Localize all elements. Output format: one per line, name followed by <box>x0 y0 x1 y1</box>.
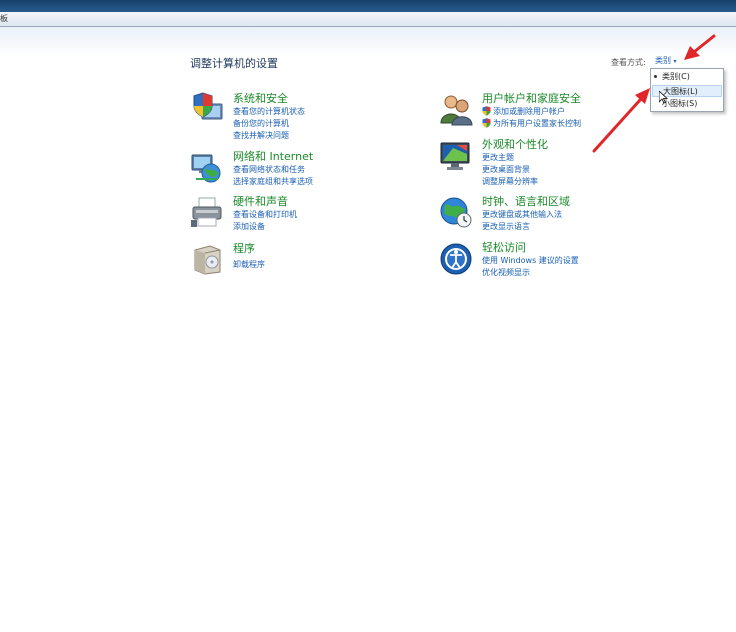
category-link[interactable]: 选择家庭组和共享选项 <box>233 176 313 187</box>
category-title[interactable]: 外观和个性化 <box>482 136 548 152</box>
category-link[interactable]: 更改主题 <box>482 152 514 163</box>
menu-item-category[interactable]: 类别(C) <box>652 71 722 83</box>
category-link[interactable]: 备份您的计算机 <box>233 118 289 129</box>
uac-shield-icon <box>482 118 491 128</box>
window-titlebar <box>0 0 736 12</box>
category-link[interactable]: 调整屏幕分辨率 <box>482 176 538 187</box>
category-title[interactable]: 网络和 Internet <box>233 148 313 164</box>
category-link[interactable]: 查看网络状态和任务 <box>233 164 305 175</box>
category-link[interactable]: 为所有用户设置家长控制 <box>482 118 581 129</box>
category-link[interactable]: 优化视频显示 <box>482 267 530 278</box>
category-title[interactable]: 轻松访问 <box>482 239 526 255</box>
category-link[interactable]: 添加或删除用户帐户 <box>482 106 565 117</box>
category-title[interactable]: 程序 <box>233 240 255 256</box>
program-box-icon[interactable] <box>190 242 224 276</box>
annotation-arrows <box>592 34 716 153</box>
category-link[interactable]: 查看设备和打印机 <box>233 209 297 220</box>
category-link[interactable]: 更改桌面背景 <box>482 164 530 175</box>
view-by-menu: 类别(C) 大图标(L) 小图标(S) <box>650 68 724 112</box>
network-globe-icon[interactable] <box>190 151 224 185</box>
menu-item-small-icons[interactable]: 小图标(S) <box>652 98 722 110</box>
category-link[interactable]: 卸载程序 <box>233 259 265 270</box>
category-link[interactable]: 更改显示语言 <box>482 221 530 232</box>
monitor-icon[interactable] <box>439 140 473 174</box>
category-title[interactable]: 用户帐户和家庭安全 <box>482 90 581 106</box>
accessibility-icon[interactable] <box>439 242 473 276</box>
annotation-arrowhead-2 <box>635 88 650 104</box>
category-title[interactable]: 硬件和声音 <box>233 193 288 209</box>
address-bar[interactable]: 板 <box>0 12 736 27</box>
printer-icon[interactable] <box>190 196 224 230</box>
users-icon[interactable] <box>439 93 473 127</box>
category-title[interactable]: 时钟、语言和区域 <box>482 193 570 209</box>
category-title[interactable]: 系统和安全 <box>233 90 288 106</box>
uac-shield-icon <box>482 106 491 116</box>
page-title: 调整计算机的设置 <box>190 57 278 70</box>
category-link[interactable]: 更改键盘或其他输入法 <box>482 209 562 220</box>
view-by-value: 类别 <box>655 56 671 65</box>
category-link[interactable]: 添加设备 <box>233 221 265 232</box>
selected-dot-icon <box>654 75 657 78</box>
annotation-arrow-2 <box>592 98 642 153</box>
header-band <box>0 27 736 57</box>
category-link[interactable]: 使用 Windows 建议的设置 <box>482 255 579 266</box>
view-by-label: 查看方式: <box>611 58 646 67</box>
globe-clock-icon[interactable] <box>439 195 473 229</box>
shield-computer-icon[interactable] <box>190 92 224 126</box>
dropdown-arrow-icon: ▾ <box>673 58 677 65</box>
view-by-dropdown[interactable]: 类别 ▾ <box>651 54 689 67</box>
category-link[interactable]: 查看您的计算机状态 <box>233 106 305 117</box>
category-link[interactable]: 查找并解决问题 <box>233 130 289 141</box>
menu-item-large-icons[interactable]: 大图标(L) <box>652 85 722 97</box>
breadcrumb[interactable]: 板 <box>0 13 8 24</box>
